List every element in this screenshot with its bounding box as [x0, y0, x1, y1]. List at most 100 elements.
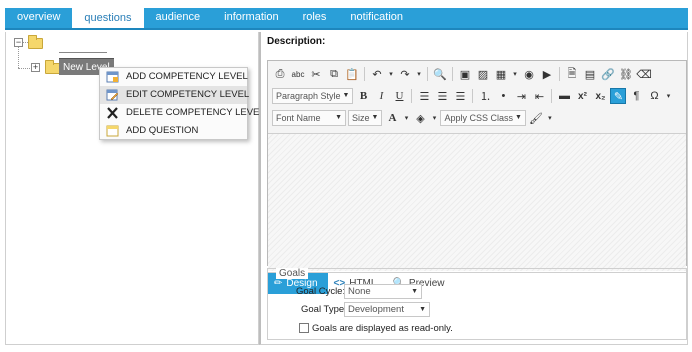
separator	[452, 67, 453, 81]
menu-add-question[interactable]: ADD QUESTION	[100, 122, 247, 140]
toolbar-row-3: Font Name ▼ Size ▼ A ▾ ◈ ▾ Apply CSS Class…	[268, 107, 688, 129]
tab-bar: overview questions audience information …	[5, 8, 688, 30]
readonly-checkbox[interactable]	[299, 323, 309, 333]
outdent-icon[interactable]: ⇤	[531, 88, 547, 104]
goal-type-label: Goal Type:	[301, 304, 347, 315]
bullet-list-icon[interactable]: •	[495, 88, 511, 104]
separator	[559, 67, 560, 81]
tab-notification[interactable]: notification	[338, 6, 415, 28]
details-panel: Description: ⎙ abc ✂ ⧉ 📋 ↶ ▾ ↷ ▾ 🔍 ▣ ▨ ▦	[259, 32, 688, 345]
spellcheck-icon[interactable]: abc	[290, 66, 306, 82]
chevron-down-icon: ▼	[335, 114, 342, 121]
format-painter-icon[interactable]: 🖌	[528, 110, 544, 126]
menu-label: EDIT COMPETENCY LEVEL	[126, 89, 250, 100]
align-center-icon[interactable]: ☰	[434, 88, 450, 104]
undo-dropdown-icon[interactable]: ▾	[387, 66, 395, 82]
underline-icon[interactable]: U	[391, 88, 407, 104]
toolbar-row-1: ⎙ abc ✂ ⧉ 📋 ↶ ▾ ↷ ▾ 🔍 ▣ ▨ ▦ ▾ ◉ ▶ 🗎 ▤ 🔗 …	[268, 63, 688, 85]
chevron-down-icon: ▼	[371, 114, 379, 121]
highlight-color-icon[interactable]: ◈	[412, 110, 428, 126]
track-changes-icon[interactable]: ✎	[610, 88, 627, 104]
expand-icon[interactable]: +	[31, 63, 40, 72]
tab-information[interactable]: information	[212, 6, 290, 28]
paragraph-style-value: Paragraph Style	[276, 91, 341, 101]
rich-text-editor: ⎙ abc ✂ ⧉ 📋 ↶ ▾ ↷ ▾ 🔍 ▣ ▨ ▦ ▾ ◉ ▶ 🗎 ▤ 🔗 …	[267, 60, 688, 294]
goal-type-select[interactable]: Development ▼	[344, 302, 430, 317]
media-icon[interactable]: ▶	[539, 66, 555, 82]
collapse-icon[interactable]: −	[14, 38, 23, 47]
template-icon[interactable]: ▤	[582, 66, 598, 82]
align-right-icon[interactable]: ☰	[452, 88, 468, 104]
tree-connector	[18, 68, 32, 69]
tab-audience[interactable]: audience	[144, 6, 213, 28]
table-icon[interactable]: ▦	[493, 66, 509, 82]
redo-dropdown-icon[interactable]: ▾	[415, 66, 423, 82]
menu-delete-competency-level[interactable]: DELETE COMPETENCY LEVEL	[100, 104, 265, 122]
unlink-icon[interactable]: ⛓	[618, 66, 634, 82]
root-folder-icon[interactable]	[28, 35, 43, 49]
readonly-label: Goals are displayed as read-only.	[312, 323, 453, 334]
omega-icon[interactable]: Ω	[646, 88, 662, 104]
size-dropdown[interactable]: Size ▼	[348, 110, 383, 126]
tab-overview[interactable]: overview	[5, 6, 72, 28]
chevron-down-icon: ▼	[342, 92, 350, 99]
font-name-value: Font Name	[276, 113, 321, 123]
menu-label: ADD COMPETENCY LEVEL	[126, 71, 248, 82]
context-menu: ADD COMPETENCY LEVEL EDIT COMPETENCY LEV…	[99, 67, 265, 140]
level-folder-icon[interactable]	[45, 60, 60, 74]
separator	[551, 89, 553, 103]
link-icon[interactable]: 🔗	[600, 66, 616, 82]
goals-group: Goals Goal Cycle: None ▼ Goal Type: Deve…	[267, 268, 687, 340]
flash-icon[interactable]: ◉	[521, 66, 537, 82]
subscript-icon[interactable]: x₂	[592, 88, 608, 104]
format-stripper-icon[interactable]: ⌫	[636, 66, 652, 82]
add-question-icon	[106, 125, 119, 137]
tab-roles[interactable]: roles	[291, 6, 339, 28]
separator	[472, 89, 474, 103]
toolbar-row-2: Paragraph Style ▼ B I U ☰ ☰ ☰ ⒈ • ⇥ ⇤ ▬ x…	[268, 85, 688, 107]
image-manager-icon[interactable]: ▨	[475, 66, 491, 82]
image-icon[interactable]: ▣	[457, 66, 473, 82]
print-icon[interactable]: ⎙	[272, 66, 288, 82]
copy-icon[interactable]: ⧉	[326, 66, 342, 82]
chevron-down-icon: ▼	[411, 288, 418, 295]
separator	[364, 67, 365, 81]
superscript-icon[interactable]: x²	[574, 88, 590, 104]
menu-add-competency-level[interactable]: ADD COMPETENCY LEVEL	[100, 68, 248, 86]
horizontal-rule-icon[interactable]: ▬	[556, 88, 572, 104]
highlight-dropdown-icon[interactable]: ▾	[430, 110, 438, 126]
tab-questions[interactable]: questions	[72, 8, 144, 28]
css-class-dropdown[interactable]: Apply CSS Class ▼	[440, 110, 526, 126]
tree-connector	[18, 47, 19, 68]
font-name-dropdown[interactable]: Font Name ▼	[272, 110, 346, 126]
app-frame: overview questions audience information …	[0, 0, 692, 352]
format-painter-dropdown-icon[interactable]: ▾	[546, 110, 554, 126]
numbered-list-icon[interactable]: ⒈	[477, 88, 493, 104]
paste-icon[interactable]: 📋	[344, 66, 360, 82]
document-icon[interactable]: 🗎	[564, 66, 580, 82]
bold-icon[interactable]: B	[355, 88, 371, 104]
editor-content-area[interactable]	[268, 133, 686, 271]
goals-legend: Goals	[276, 268, 309, 279]
paragraph-style-dropdown[interactable]: Paragraph Style ▼	[272, 88, 354, 104]
italic-icon[interactable]: I	[373, 88, 389, 104]
font-color-icon[interactable]: A	[384, 110, 400, 126]
undo-icon[interactable]: ↶	[369, 66, 385, 82]
table-dropdown-icon[interactable]: ▾	[511, 66, 519, 82]
menu-label: ADD QUESTION	[126, 125, 199, 136]
align-left-icon[interactable]: ☰	[416, 88, 432, 104]
size-value: Size	[352, 113, 370, 123]
paragraph-mark-icon[interactable]: ¶	[628, 88, 644, 104]
indent-icon[interactable]: ⇥	[513, 88, 529, 104]
edit-level-icon	[106, 89, 119, 101]
find-icon[interactable]: 🔍	[432, 66, 448, 82]
font-color-dropdown-icon[interactable]: ▾	[402, 110, 410, 126]
menu-edit-competency-level[interactable]: EDIT COMPETENCY LEVEL	[100, 86, 250, 104]
chevron-down-icon: ▼	[514, 114, 522, 121]
add-level-icon	[106, 71, 119, 83]
goal-cycle-select[interactable]: None ▼	[344, 284, 422, 299]
symbol-dropdown-icon[interactable]: ▾	[664, 88, 672, 104]
redo-icon[interactable]: ↷	[397, 66, 413, 82]
goal-cycle-value: None	[348, 286, 371, 297]
cut-icon[interactable]: ✂	[308, 66, 324, 82]
